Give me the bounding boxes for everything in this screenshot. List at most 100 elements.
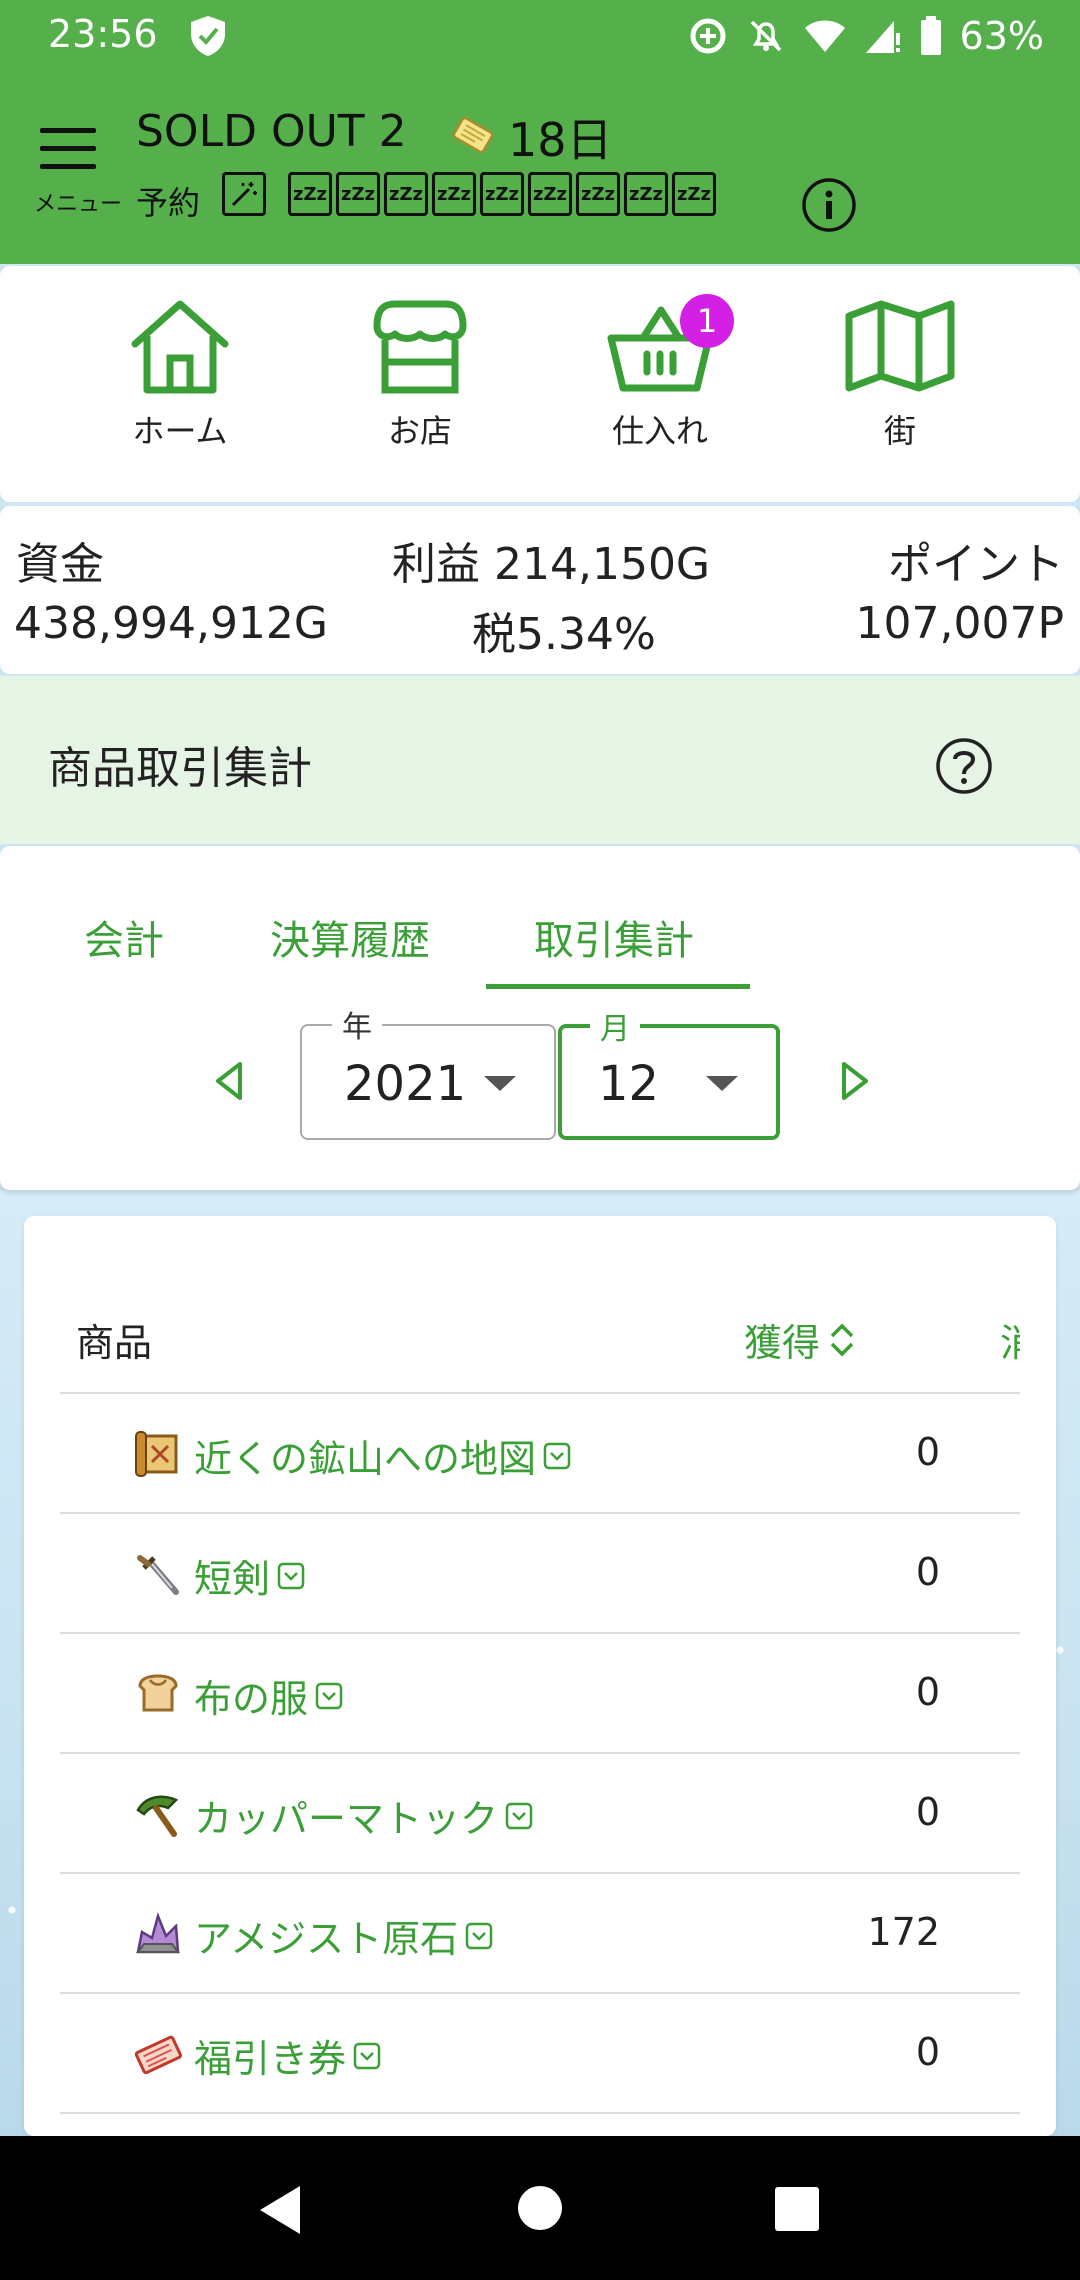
sleep-slot[interactable]: zZz [672, 172, 716, 216]
month-value: 12 [598, 1056, 660, 1112]
trade-summary-table: 商品 獲得 消 近くの鉱山への地図 0 短剣 0 布の服 0 カッパーマトック … [24, 1216, 1056, 2136]
page-title: 商品取引集計 [48, 743, 312, 794]
prev-month-icon[interactable] [210, 1058, 250, 1104]
status-bar: 23:56 63% [0, 0, 1080, 72]
column-header-item: 商品 [76, 1321, 153, 1365]
sleep-slot[interactable]: zZz [288, 172, 332, 216]
sleep-slot[interactable]: zZz [336, 172, 380, 216]
detail-icon [543, 1442, 571, 1469]
table-row[interactable]: 近くの鉱山への地図 0 [24, 1394, 1056, 1512]
sleep-slot[interactable]: zZz [480, 172, 524, 216]
item-name-link[interactable]: カッパーマトック [194, 1788, 534, 1843]
tab-trade-summary[interactable]: 取引集計 [534, 908, 694, 966]
sort-icon [830, 1323, 854, 1356]
amethyst-icon [136, 1912, 180, 1954]
points-label: ポイント [888, 539, 1064, 590]
cell-signal-icon [865, 21, 900, 53]
tabs-panel: 会計 決算履歴 取引集計 年 2021 月 12 [0, 846, 1080, 1190]
detail-icon [315, 1682, 343, 1709]
item-name: 布の服 [194, 1677, 309, 1721]
year-select[interactable]: 年 2021 [300, 1002, 556, 1140]
sleep-slot[interactable]: zZz [384, 172, 428, 216]
item-name-link[interactable]: 短剣 [194, 1548, 306, 1603]
item-name: アメジスト原石 [194, 1917, 459, 1961]
menu-label: メニュー [34, 192, 123, 217]
acquired-value: 0 [915, 1670, 940, 1714]
app-title: SOLD OUT 2 [136, 106, 407, 157]
table-row[interactable]: 布の服 0 [24, 1634, 1056, 1752]
acquired-value: 0 [915, 1430, 940, 1474]
table-row[interactable]: 福引き券 0 [24, 1994, 1056, 2112]
nav-town[interactable]: 街 [810, 296, 990, 486]
magic-wand-icon [231, 182, 257, 207]
sleep-slot[interactable]: zZz [576, 172, 620, 216]
battery-icon [920, 16, 941, 55]
table-row[interactable]: アメジスト原石 172 [24, 1874, 1056, 1992]
nav-purchase[interactable]: 1 仕入れ [570, 294, 750, 486]
sleep-slot[interactable]: zZz [528, 172, 572, 216]
acquired-value: 0 [915, 2030, 940, 2074]
table-row[interactable]: カッパーマトック 0 [24, 1754, 1056, 1872]
acquired-value: 172 [867, 1910, 940, 1954]
detail-icon [465, 1922, 493, 1949]
item-name-link[interactable]: アメジスト原石 [194, 1908, 494, 1963]
points-value: 107,007P [855, 598, 1064, 649]
funds-label: 資金 [16, 539, 104, 590]
nav-home[interactable]: ホーム [90, 296, 270, 486]
item-name: 短剣 [194, 1557, 271, 1601]
item-name: 近くの鉱山への地図 [194, 1437, 537, 1481]
chevron-down-icon [706, 1076, 738, 1091]
menu-button[interactable]: メニュー [30, 120, 122, 217]
home-circle-icon[interactable] [516, 2184, 564, 2232]
main-nav: ホーム お店 1 仕入れ 街 [0, 266, 1080, 502]
recents-icon[interactable] [774, 2186, 820, 2232]
month-select[interactable]: 月 12 [558, 1004, 780, 1140]
ticket-icon [452, 116, 494, 154]
stats-panel: 資金 438,994,912G 利益 214,150G 税5.34% ポイント … [0, 506, 1080, 674]
row-divider [60, 2112, 1020, 2114]
map-scroll-icon [135, 1431, 178, 1477]
nav-shop-label: お店 [387, 412, 452, 450]
detail-icon [505, 1802, 533, 1829]
reservation-slots: zZz zZz zZz zZz zZz zZz zZz zZz zZz [222, 172, 716, 216]
column-header-acquired[interactable]: 獲得 [744, 1312, 860, 1367]
item-name-link[interactable]: 福引き券 [194, 2028, 382, 2083]
detail-icon [353, 2042, 381, 2069]
item-name-link[interactable]: 布の服 [194, 1668, 344, 1723]
tab-settlement-history[interactable]: 決算履歴 [270, 908, 430, 966]
store-icon [373, 300, 467, 394]
nav-shop[interactable]: お店 [330, 296, 510, 486]
info-icon[interactable] [800, 176, 858, 234]
battery-percent: 63% [959, 14, 1044, 58]
nav-home-label: ホーム [132, 412, 228, 450]
item-name: カッパーマトック [194, 1797, 499, 1841]
detail-icon [277, 1562, 305, 1589]
cloth-icon [138, 1674, 178, 1712]
item-name-link[interactable]: 近くの鉱山への地図 [194, 1428, 572, 1483]
nav-purchase-label: 仕入れ [611, 412, 708, 450]
year-label: 年 [332, 1002, 382, 1046]
active-tab-indicator [486, 984, 750, 989]
item-name: 福引き券 [194, 2037, 347, 2081]
acquired-value: 0 [915, 1550, 940, 1594]
dagger-icon [137, 1555, 179, 1595]
data-saver-icon [690, 18, 726, 54]
app-header: 23:56 63% メニュー SOLD OUT 2 18日 予約 zZz zZz… [0, 0, 1080, 264]
magic-wand-slot[interactable] [222, 172, 266, 216]
help-icon[interactable] [934, 736, 994, 796]
sleep-slot[interactable]: zZz [624, 172, 668, 216]
reservation-label: 予約 [136, 184, 201, 222]
status-time: 23:56 [48, 12, 158, 56]
back-icon[interactable] [256, 2184, 304, 2236]
chevron-down-icon [484, 1076, 516, 1091]
tab-accounting[interactable]: 会計 [84, 908, 164, 966]
system-nav-bar [0, 2136, 1080, 2280]
hamburger-icon [40, 128, 96, 182]
table-row[interactable]: 短剣 0 [24, 1514, 1056, 1632]
next-month-icon[interactable] [834, 1058, 874, 1104]
sleep-slot[interactable]: zZz [432, 172, 476, 216]
tax-rate: 税5.34% [472, 609, 656, 660]
section-header: 商品取引集計 [0, 676, 1080, 844]
wifi-icon [804, 20, 845, 52]
column-header-consumed[interactable]: 消 [1000, 1312, 1020, 1367]
